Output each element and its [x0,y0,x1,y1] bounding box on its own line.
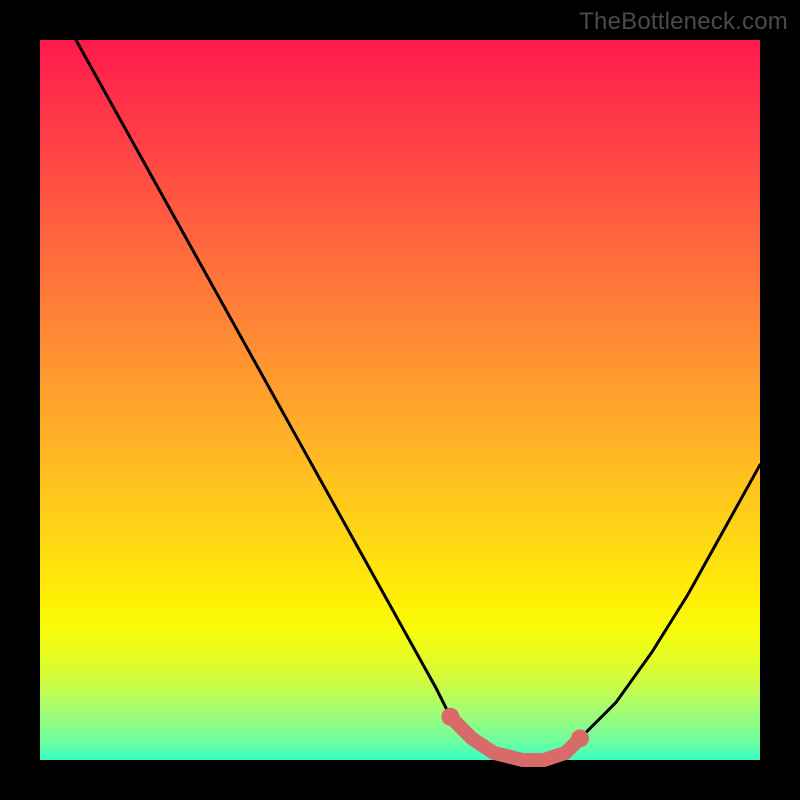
watermark-text: TheBottleneck.com [579,8,788,36]
chart-frame: TheBottleneck.com [0,0,800,800]
plot-area [40,40,760,760]
curve-svg [40,40,760,760]
bottleneck-curve [76,40,760,760]
optimal-range-marker [441,708,589,760]
